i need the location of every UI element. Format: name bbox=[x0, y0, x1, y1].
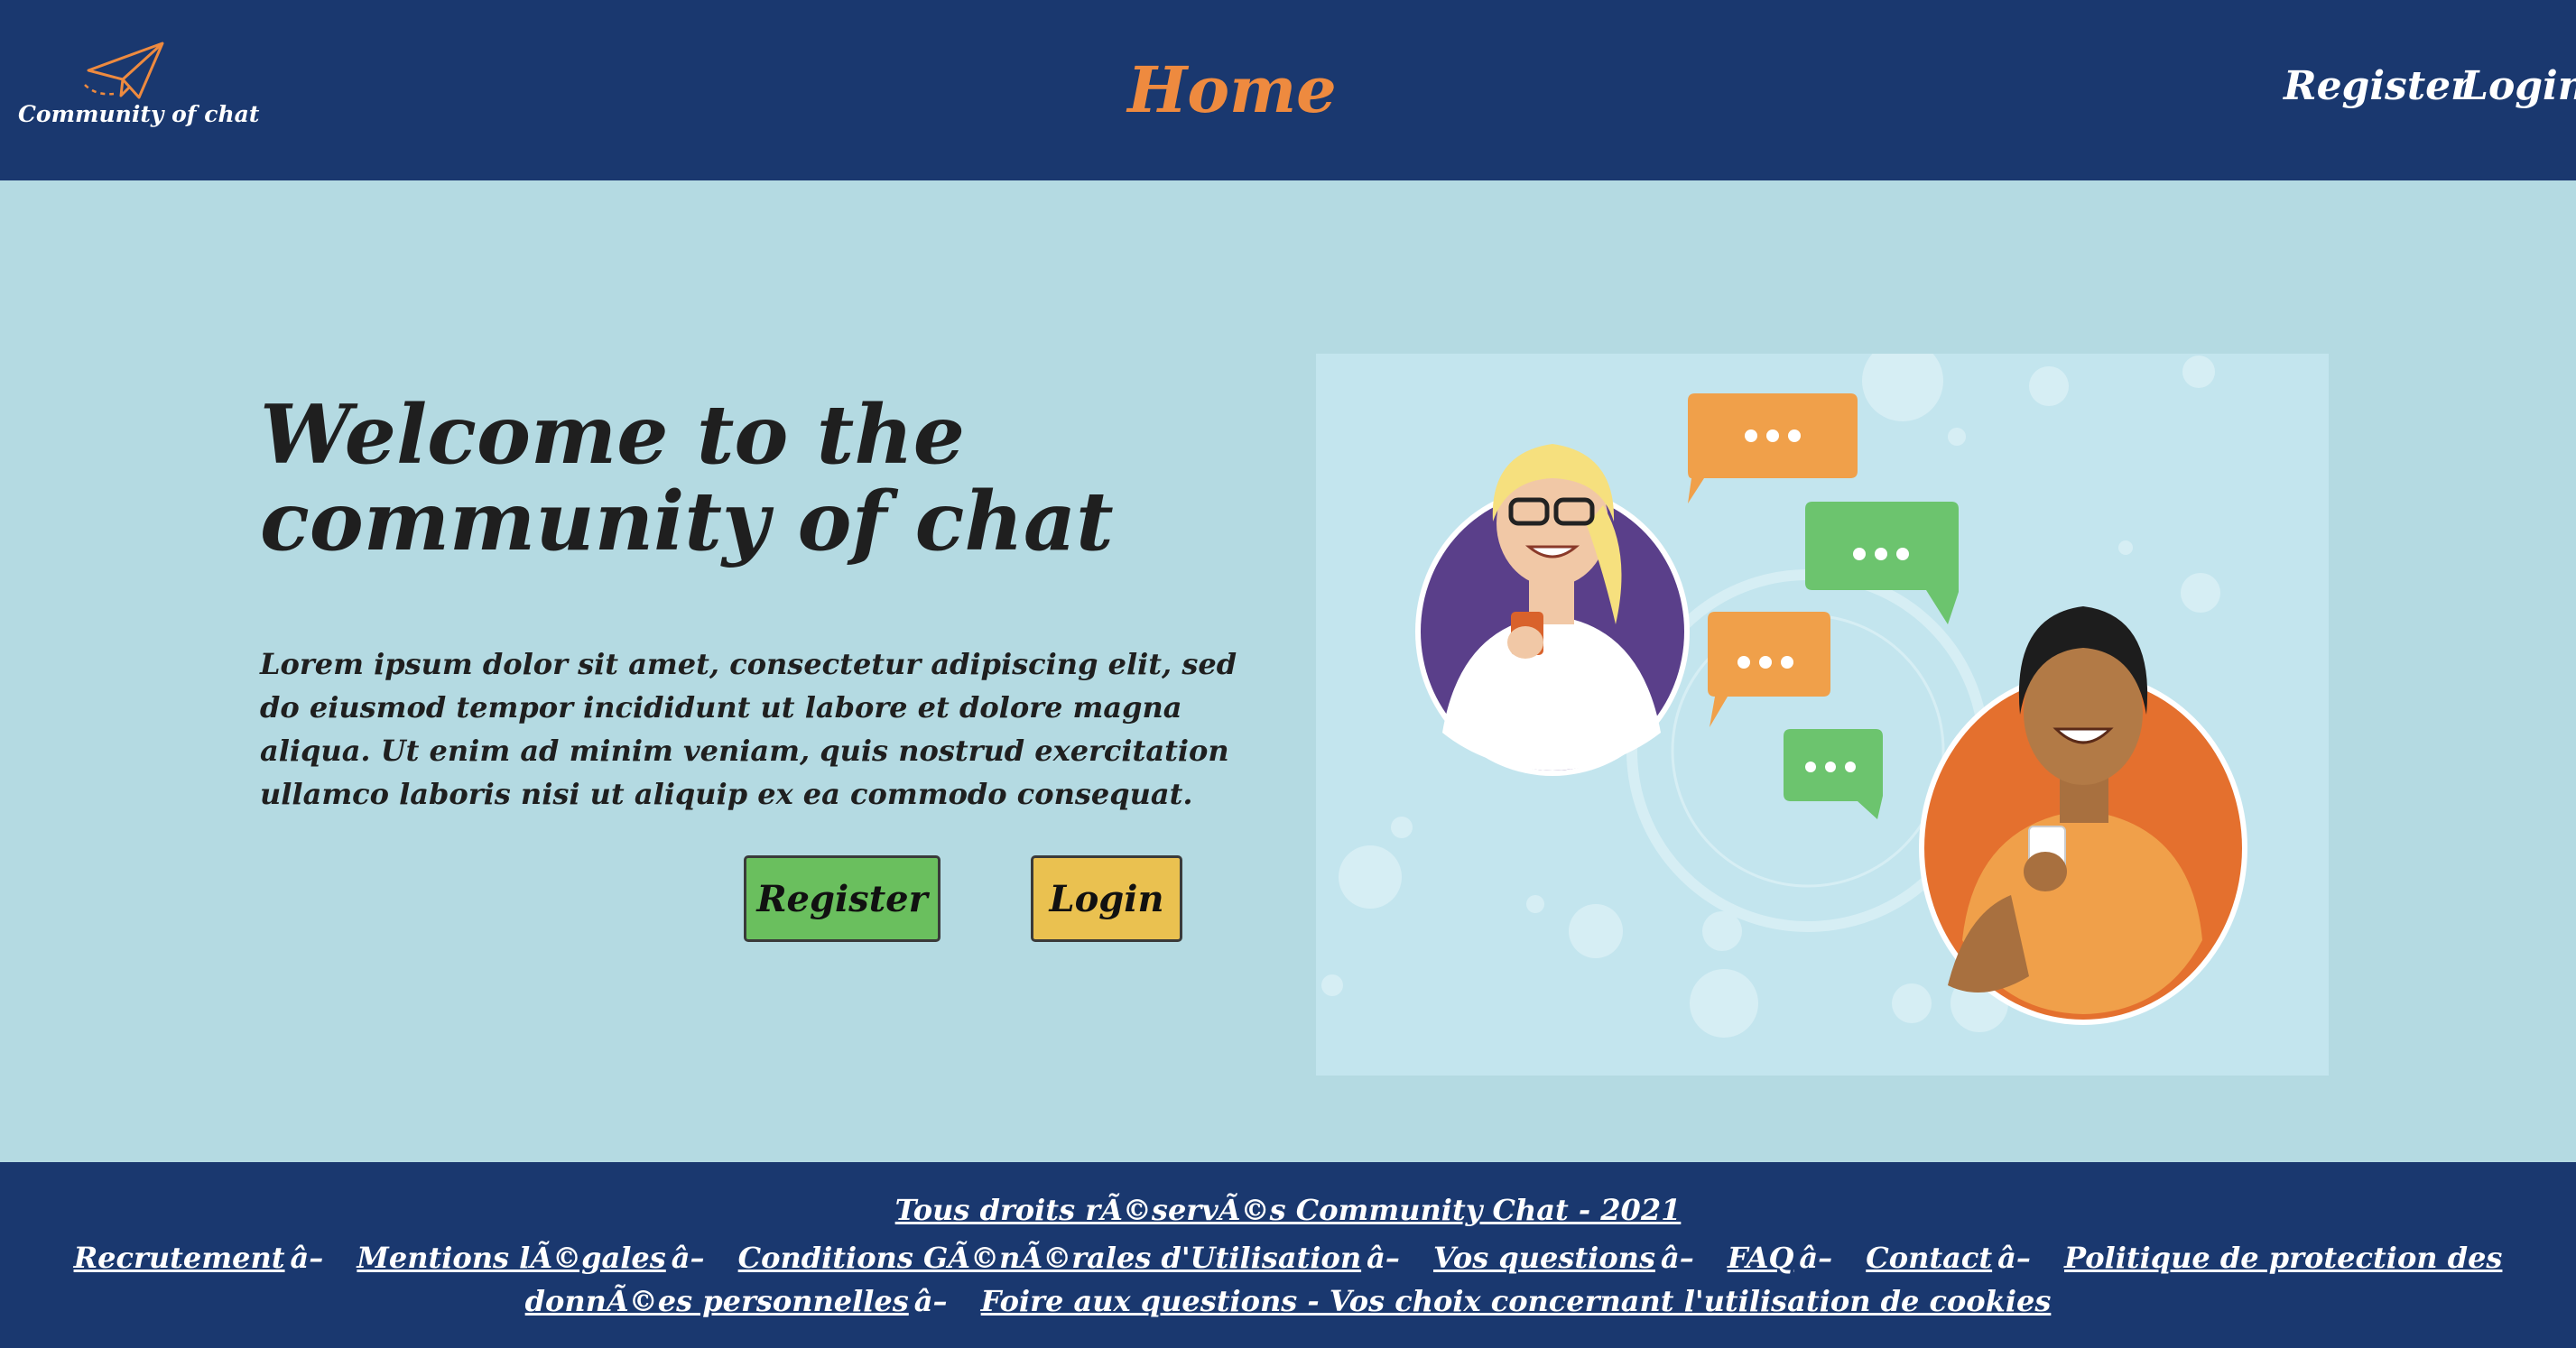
register-button[interactable]: Register bbox=[744, 855, 941, 942]
footer-link-vos-questions[interactable]: Vos questions bbox=[1433, 1241, 1655, 1275]
footer-links: Recrutement â– Mentions lÃ©gales â– Condit… bbox=[63, 1236, 2513, 1323]
intro-paragraph: Lorem ipsum dolor sit amet, consectetur … bbox=[260, 647, 1237, 811]
chat-illustration bbox=[1316, 354, 2329, 1076]
footer-separator: â– bbox=[290, 1241, 324, 1275]
site-footer: Tous droits rÃ©servÃ©s Community Chat - … bbox=[0, 1162, 2576, 1348]
footer-separator: â– bbox=[1799, 1241, 1833, 1275]
footer-separator: â– bbox=[671, 1241, 705, 1275]
footer-separator: â– bbox=[1660, 1241, 1694, 1275]
login-button[interactable]: Login bbox=[1031, 855, 1182, 942]
nav-login-link[interactable]: Login bbox=[2460, 63, 2576, 109]
footer-separator: â– bbox=[913, 1284, 948, 1318]
footer-separator: â– bbox=[1997, 1241, 2031, 1275]
footer-link-contact[interactable]: Contact bbox=[1866, 1241, 1992, 1275]
page-title: Home bbox=[1127, 52, 1337, 127]
footer-link-foire-aux-questions[interactable]: Foire aux questions - Vos choix concerna… bbox=[981, 1284, 2052, 1318]
nav-register-link[interactable]: Register bbox=[2284, 63, 2471, 109]
footer-separator: â– bbox=[1367, 1241, 1400, 1275]
welcome-heading: Welcome to the community of chat bbox=[260, 387, 1114, 569]
paper-plane-icon bbox=[84, 42, 164, 99]
footer-link-faq[interactable]: FAQ bbox=[1728, 1241, 1794, 1275]
copyright-link[interactable]: Tous droits rÃ©servÃ©s Community Chat - … bbox=[0, 1193, 2576, 1227]
site-header: Community of chat Home Register Login bbox=[0, 0, 2576, 180]
logo-text: Community of chat bbox=[18, 101, 260, 127]
footer-link-recrutement[interactable]: Recrutement bbox=[74, 1241, 285, 1275]
site-logo[interactable]: Community of chat bbox=[18, 40, 260, 139]
footer-link-mentions-legales[interactable]: Mentions lÃ©gales bbox=[357, 1241, 665, 1275]
footer-link-conditions[interactable]: Conditions GÃ©nÃ©rales d'Utilisation bbox=[738, 1241, 1361, 1275]
